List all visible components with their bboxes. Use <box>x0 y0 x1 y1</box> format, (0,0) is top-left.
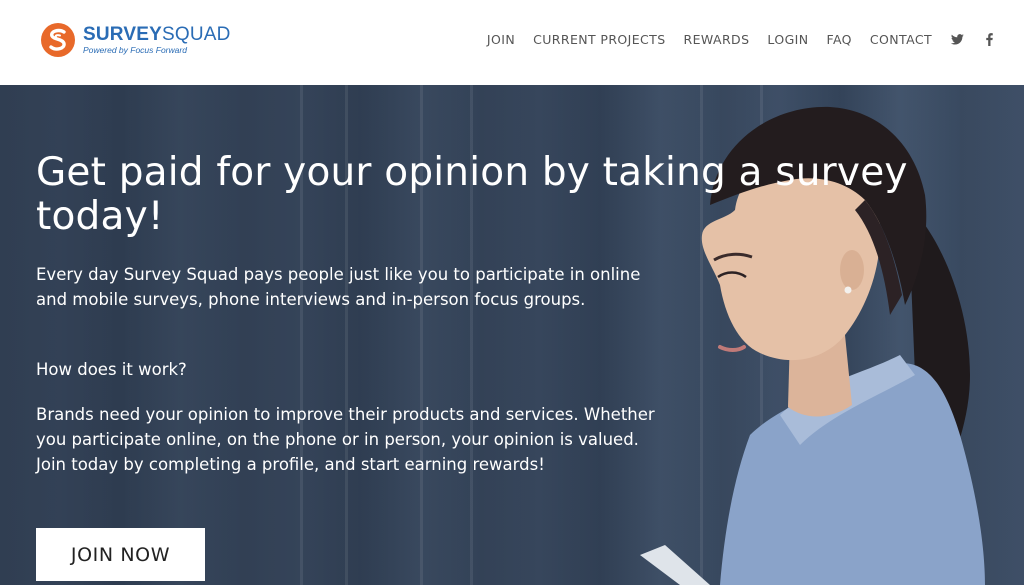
site-header: SURVEYSQUAD Powered by Focus Forward JOI… <box>0 0 1024 85</box>
nav-join[interactable]: JOIN <box>487 32 515 47</box>
nav-current-projects[interactable]: CURRENT PROJECTS <box>533 32 665 47</box>
nav-faq[interactable]: FAQ <box>827 32 852 47</box>
nav-login[interactable]: LOGIN <box>767 32 808 47</box>
logo[interactable]: SURVEYSQUAD Powered by Focus Forward <box>40 22 231 58</box>
join-now-button[interactable]: JOIN NOW <box>36 528 205 581</box>
main-nav: JOIN CURRENT PROJECTS REWARDS LOGIN FAQ … <box>487 32 996 47</box>
logo-mark-icon <box>41 23 75 57</box>
facebook-icon[interactable] <box>982 33 996 47</box>
logo-tagline: Powered by Focus Forward <box>83 45 187 56</box>
hero-paragraph-intro: Every day Survey Squad pays people just … <box>36 265 641 309</box>
hero-section: Get paid for your opinion by taking a su… <box>0 85 1024 585</box>
hero-paragraph-explanation: Brands need your opinion to improve thei… <box>36 405 655 474</box>
nav-contact[interactable]: CONTACT <box>870 32 932 47</box>
hero-paragraph-question: How does it work? <box>36 360 187 379</box>
nav-rewards[interactable]: REWARDS <box>684 32 750 47</box>
logo-name: SURVEYSQUAD <box>83 24 231 46</box>
twitter-icon[interactable] <box>950 33 964 47</box>
hero-headline: Get paid for your opinion by taking a su… <box>36 150 908 239</box>
